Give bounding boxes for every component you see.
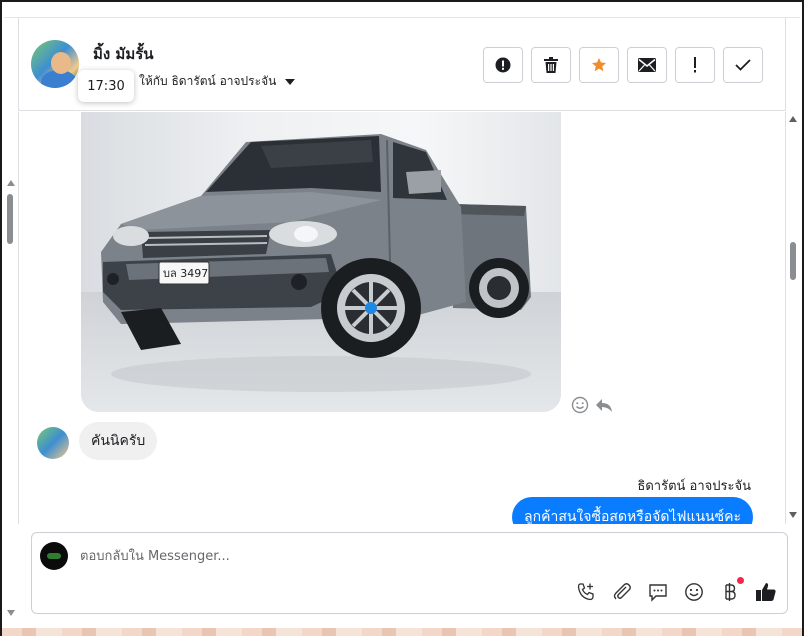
paperclip-icon xyxy=(613,583,631,600)
exclamation-circle-icon xyxy=(495,57,511,73)
assignee-label: ให้กับ ธิดารัตน์ อาจประจัน xyxy=(139,74,277,88)
user-name[interactable]: มิ้ง มัมรั้น xyxy=(93,42,154,66)
reply-composer xyxy=(31,532,788,614)
message-thread[interactable]: บล 3497 คันนิครับ ธิดารัตน์ อาจประจัน ลู… xyxy=(18,112,786,524)
scroll-up-icon[interactable] xyxy=(789,116,797,122)
action-toolbar xyxy=(483,47,763,83)
outgoing-message[interactable]: ลูกค้าสนใจซื้อสดหรือจัดไฟแนนซ์คะ xyxy=(512,497,753,524)
caret-down-icon xyxy=(285,78,296,85)
attach-button[interactable] xyxy=(611,581,633,603)
like-button[interactable] xyxy=(755,581,777,603)
delete-button[interactable] xyxy=(531,47,571,83)
sender-avatar[interactable] xyxy=(37,427,69,459)
emoji-button[interactable] xyxy=(683,581,705,603)
incoming-message[interactable]: คันนิครับ xyxy=(79,422,158,460)
left-scrollbar[interactable] xyxy=(5,180,15,620)
scroll-thumb[interactable] xyxy=(7,194,13,244)
scroll-thumb[interactable] xyxy=(790,242,796,280)
page-logo-mark xyxy=(47,553,61,559)
scroll-down-icon[interactable] xyxy=(7,610,15,616)
mark-unread-button[interactable] xyxy=(627,47,667,83)
car-photo[interactable]: บล 3497 xyxy=(81,112,561,412)
top-strip xyxy=(4,4,800,18)
scroll-down-icon[interactable] xyxy=(789,512,797,518)
check-icon xyxy=(735,59,751,71)
page-avatar xyxy=(40,542,68,570)
pickup-truck-image: บล 3497 xyxy=(101,134,531,392)
saved-replies-button[interactable] xyxy=(647,581,669,603)
reply-input[interactable] xyxy=(80,543,740,569)
phone-plus-icon xyxy=(577,583,594,601)
avatar-face xyxy=(51,52,71,74)
report-button[interactable] xyxy=(483,47,523,83)
payment-button[interactable] xyxy=(719,577,744,603)
user-avatar[interactable] xyxy=(31,40,79,88)
assignee-dropdown[interactable]: ให้กับ ธิดารัตน์ อาจประจัน xyxy=(139,72,296,91)
star-icon xyxy=(592,58,606,72)
trash-icon xyxy=(544,57,558,73)
timestamp-tooltip: 17:30 xyxy=(78,70,134,102)
scroll-up-icon[interactable] xyxy=(7,180,15,186)
done-button[interactable] xyxy=(723,47,763,83)
message-reactions xyxy=(571,396,613,414)
composer-tools xyxy=(575,577,777,603)
envelope-icon xyxy=(638,58,656,72)
smile-react-icon[interactable] xyxy=(571,396,589,414)
outgoing-sender-name: ธิดารัตน์ อาจประจัน xyxy=(637,479,751,494)
reply-icon[interactable] xyxy=(595,396,613,414)
emoji-icon xyxy=(685,583,703,601)
follow-up-button[interactable] xyxy=(675,47,715,83)
call-button[interactable] xyxy=(575,581,597,603)
inbox-window: มิ้ง มัมรั้น ให้กับ ธิดารัตน์ อาจประจัน xyxy=(0,0,804,636)
exclamation-icon xyxy=(694,57,696,73)
notification-dot xyxy=(737,577,744,584)
thumbs-up-icon xyxy=(756,583,776,601)
background-strip xyxy=(2,628,802,636)
svg-text:บล 3497: บล 3497 xyxy=(163,267,208,280)
thread-scrollbar[interactable] xyxy=(788,116,798,518)
baht-icon xyxy=(725,583,736,601)
chat-bubble-icon xyxy=(649,584,667,602)
star-button[interactable] xyxy=(579,47,619,83)
